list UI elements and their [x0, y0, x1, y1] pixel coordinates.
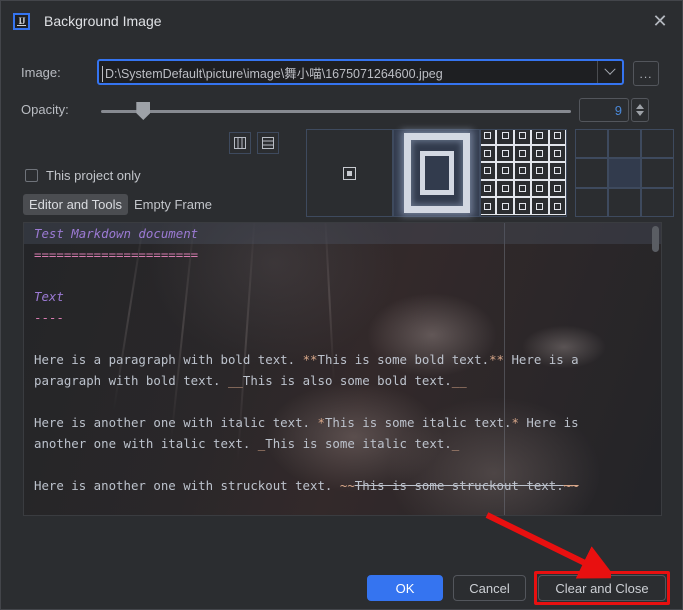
ok-button[interactable]: OK	[367, 575, 443, 601]
annotation-arrow-icon	[485, 512, 611, 579]
editor-line: Test Markdown document	[34, 226, 199, 241]
tile-unit	[496, 197, 514, 215]
dialog-titlebar: IJ Background Image ✕	[1, 1, 682, 41]
this-project-only-label: This project only	[46, 168, 141, 183]
anchor-cell-top-center[interactable]	[608, 129, 641, 159]
opacity-slider-thumb[interactable]	[136, 102, 151, 120]
tile-unit	[513, 130, 532, 145]
background-image-dialog: IJ Background Image ✕ Image: D:\SystemDe…	[0, 0, 683, 610]
anchor-position-grid	[575, 129, 674, 217]
split-mode-buttons	[229, 132, 285, 154]
target-tabs: Editor and Tools Empty Frame	[23, 194, 218, 215]
chevron-down-icon	[604, 63, 616, 75]
tile-unit	[548, 144, 566, 163]
tab-editor-and-tools[interactable]: Editor and Tools	[23, 194, 128, 215]
opacity-slider-track	[101, 110, 571, 113]
tile-unit	[481, 144, 497, 163]
tile-unit	[496, 179, 514, 198]
anchor-cell-middle-left[interactable]	[575, 158, 608, 188]
center-fill-icon[interactable]	[306, 129, 393, 217]
split-horizontal-icon[interactable]	[257, 132, 279, 154]
tile-unit	[531, 130, 549, 145]
scale-fill-icon[interactable]	[393, 129, 480, 217]
close-icon[interactable]: ✕	[648, 9, 672, 33]
anchor-cell-middle-right[interactable]	[641, 158, 674, 188]
anchor-cell-middle-center[interactable]	[608, 158, 641, 188]
tile-unit	[531, 144, 549, 163]
tile-unit	[531, 197, 549, 215]
tile-unit	[513, 197, 532, 215]
editor-line: Text	[34, 289, 64, 304]
tile-unit	[548, 130, 566, 145]
editor-line: Here is a paragraph with bold text. **Th…	[34, 352, 579, 367]
tile-unit	[481, 130, 497, 145]
stepper-up-icon[interactable]	[636, 104, 644, 109]
image-path-dropdown-button[interactable]	[597, 61, 622, 83]
split-horizontal-glyph	[262, 137, 274, 149]
tile-unit	[548, 197, 566, 215]
editor-code-lines[interactable]: Test Markdown document ==================…	[34, 223, 647, 496]
editor-preview[interactable]: Test Markdown document ==================…	[23, 222, 662, 516]
tile-unit	[481, 179, 497, 198]
opacity-label: Opacity:	[21, 102, 69, 117]
opacity-stepper[interactable]	[631, 98, 649, 122]
editor-vertical-scrollbar[interactable]	[652, 226, 659, 252]
center-fill-glyph	[343, 166, 356, 180]
tile-unit	[531, 179, 549, 198]
image-path-value[interactable]: D:\SystemDefault\picture\image\舞小喵\16750…	[99, 63, 597, 82]
opacity-slider[interactable]	[101, 102, 571, 120]
opacity-value-field[interactable]: 9	[579, 98, 629, 122]
anchor-cell-bottom-left[interactable]	[575, 187, 608, 217]
tile-unit	[481, 197, 497, 215]
anchor-cell-bottom-right[interactable]	[641, 187, 674, 217]
text-caret	[102, 65, 103, 82]
tab-empty-frame[interactable]: Empty Frame	[128, 194, 218, 215]
cancel-button[interactable]: Cancel	[453, 575, 526, 601]
tile-unit	[496, 162, 514, 180]
this-project-only-checkbox[interactable]: This project only	[25, 168, 141, 183]
tile-fill-icon[interactable]	[480, 129, 567, 217]
tile-unit	[513, 179, 532, 198]
tile-unit	[513, 162, 532, 180]
split-vertical-icon[interactable]	[229, 132, 251, 154]
editor-line: another one with italic text. _This is s…	[34, 436, 460, 451]
editor-line: Here is another one with italic text. *T…	[34, 415, 579, 430]
image-label: Image:	[21, 65, 61, 80]
tile-unit	[496, 130, 514, 145]
anchor-cell-top-right[interactable]	[641, 129, 674, 159]
scale-fill-glyph	[403, 133, 470, 213]
editor-line: ======================	[34, 247, 199, 262]
tile-unit	[513, 144, 532, 163]
tile-unit	[496, 144, 514, 163]
stepper-down-icon[interactable]	[636, 111, 644, 116]
fill-mode-options	[306, 129, 480, 217]
anchor-cell-bottom-center[interactable]	[608, 187, 641, 217]
tile-unit	[531, 162, 549, 180]
browse-button[interactable]: ...	[633, 61, 659, 86]
tile-fill-glyph	[481, 130, 566, 215]
editor-line: ----	[34, 310, 64, 325]
image-path-field[interactable]: D:\SystemDefault\picture\image\舞小喵\16750…	[97, 59, 624, 85]
checkbox-box[interactable]	[25, 169, 38, 182]
anchor-cell-top-left[interactable]	[575, 129, 608, 159]
clear-and-close-button[interactable]: Clear and Close	[538, 575, 666, 601]
split-vertical-glyph	[234, 137, 246, 149]
intellij-idea-icon: IJ	[13, 12, 30, 30]
editor-line: Here is another one with struckout text.…	[34, 478, 579, 493]
tile-unit	[548, 162, 566, 180]
tile-unit	[481, 162, 497, 180]
dialog-title: Background Image	[44, 13, 162, 29]
editor-line: paragraph with bold text. __This is also…	[34, 373, 467, 388]
tile-unit	[548, 179, 566, 198]
